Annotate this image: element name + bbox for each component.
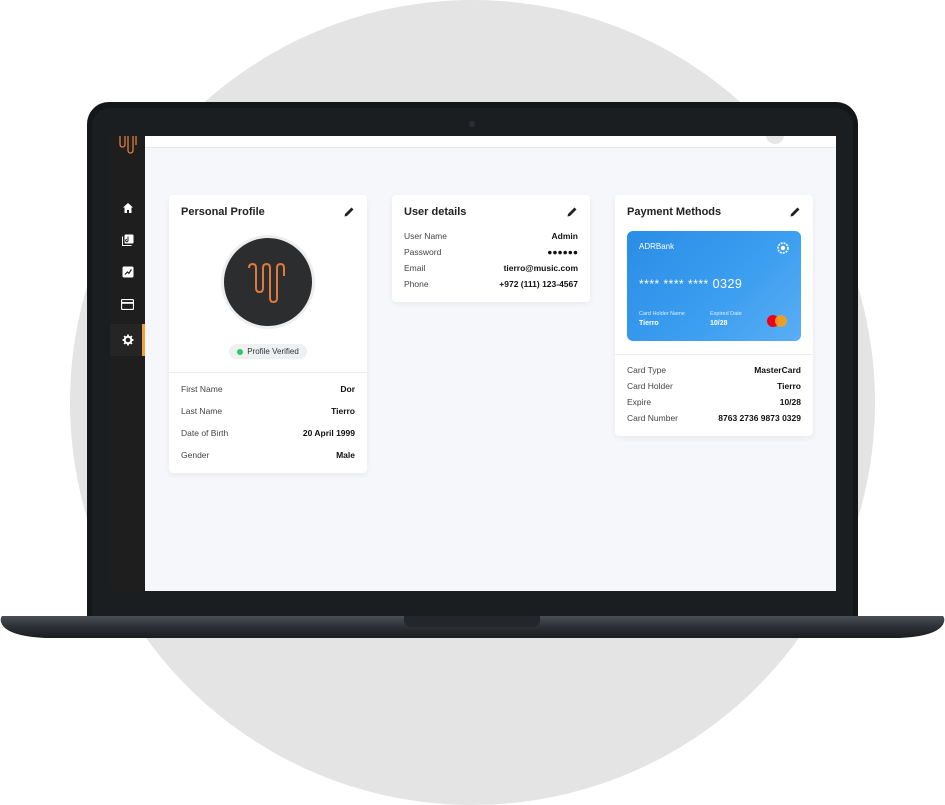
laptop-notch	[404, 616, 540, 627]
card-title: Personal Profile	[181, 206, 265, 218]
field-label: Last Name	[181, 406, 223, 416]
field-label: Expire	[627, 397, 652, 407]
top-bar	[145, 136, 836, 148]
field-value: MasterCard	[754, 365, 801, 375]
sidebar-item-settings[interactable]	[110, 324, 145, 356]
field-value: Male	[336, 450, 355, 460]
list-item: Email tierro@music.com	[404, 263, 578, 277]
app-screen: Personal Profile Profile Verified First …	[110, 136, 836, 591]
credit-card-icon	[121, 298, 134, 310]
divider	[169, 372, 367, 373]
card-title: Payment Methods	[627, 206, 722, 218]
playlist-icon	[122, 266, 133, 278]
expiry-label: Expired Date	[710, 311, 742, 317]
field-value: 20 April 1999	[302, 428, 355, 438]
verified-dot	[237, 348, 244, 355]
field-value: Tierro	[331, 406, 355, 416]
avatar	[221, 235, 315, 329]
home-icon	[122, 203, 133, 213]
holder-label: Card Holder Name	[639, 311, 685, 317]
list-item: Date of Birth 20 April 1999	[181, 428, 355, 442]
field-value: tierro@music.com	[503, 263, 578, 273]
sidebar-item-home[interactable]	[110, 192, 145, 224]
avatar[interactable]	[766, 136, 784, 144]
field-value: Tierro	[777, 381, 801, 391]
list-item: Last Name Tierro	[181, 406, 355, 420]
music-library-icon	[121, 234, 133, 246]
edit-icon[interactable]	[788, 205, 802, 219]
list-item: Password ●●●●●●	[404, 247, 578, 261]
field-value: +972 (111) 123-4567	[499, 279, 578, 289]
mastercard-logo-icon	[767, 315, 787, 327]
field-label: Email	[404, 263, 426, 273]
list-item: Gender Male	[181, 450, 355, 464]
list-item: Card Holder Tierro	[627, 381, 801, 395]
field-value: 8763 2736 9873 0329	[718, 413, 801, 423]
field-label: User Name	[404, 231, 447, 241]
sidebar-item-playlists[interactable]	[110, 256, 145, 288]
edit-icon[interactable]	[565, 205, 579, 219]
list-item: User Name Admin	[404, 231, 578, 245]
field-label: Gender	[181, 450, 210, 460]
password-value: ●●●●●●	[547, 247, 578, 257]
bank-logo-icon	[777, 242, 789, 254]
field-value: Dor	[340, 384, 355, 394]
webcam	[469, 121, 475, 127]
personal-profile-card: Personal Profile Profile Verified First …	[169, 195, 367, 473]
sidebar	[110, 136, 145, 591]
sidebar-item-payments[interactable]	[110, 288, 145, 320]
field-label: First Name	[181, 384, 223, 394]
brand-logo-icon	[119, 136, 137, 154]
field-label: Card Holder	[627, 381, 673, 391]
badge-label: Profile Verified	[247, 347, 299, 356]
list-item: Phone +972 (111) 123-4567	[404, 279, 578, 293]
holder-value: Tierro	[639, 320, 659, 327]
list-item: Card Type MasterCard	[627, 365, 801, 379]
bank-name: ADRBank	[639, 242, 675, 251]
field-value: 10/28	[779, 397, 801, 407]
list-item: Expire 10/28	[627, 397, 801, 411]
field-value: Admin	[551, 231, 578, 241]
status-badge: Profile Verified	[229, 344, 307, 359]
field-label: Card Number	[627, 413, 679, 423]
expiry-value: 10/28	[710, 320, 728, 327]
card-title: User details	[404, 206, 467, 218]
last-four-digits: 0329	[712, 277, 743, 291]
field-label: Card Type	[627, 365, 667, 375]
card-number: **** **** **** 0329	[639, 277, 742, 291]
field-label: Phone	[404, 279, 429, 289]
sidebar-item-library[interactable]	[110, 224, 145, 256]
credit-card[interactable]: ADRBank **** **** **** 0329 Card Holder …	[627, 231, 801, 341]
edit-icon[interactable]	[342, 205, 356, 219]
field-label: Password	[404, 247, 442, 257]
list-item: Card Number 8763 2736 9873 0329	[627, 413, 801, 427]
masked-digits: **** **** ****	[639, 277, 709, 291]
brand-logo-icon	[248, 262, 285, 304]
gear-icon	[122, 334, 133, 346]
divider	[615, 354, 813, 355]
payment-methods-card: Payment Methods ADRBank **** **** **** 0…	[615, 195, 813, 436]
list-item: First Name Dor	[181, 384, 355, 398]
user-details-card: User details User Name Admin Password ●●…	[392, 195, 590, 302]
field-label: Date of Birth	[181, 428, 229, 438]
